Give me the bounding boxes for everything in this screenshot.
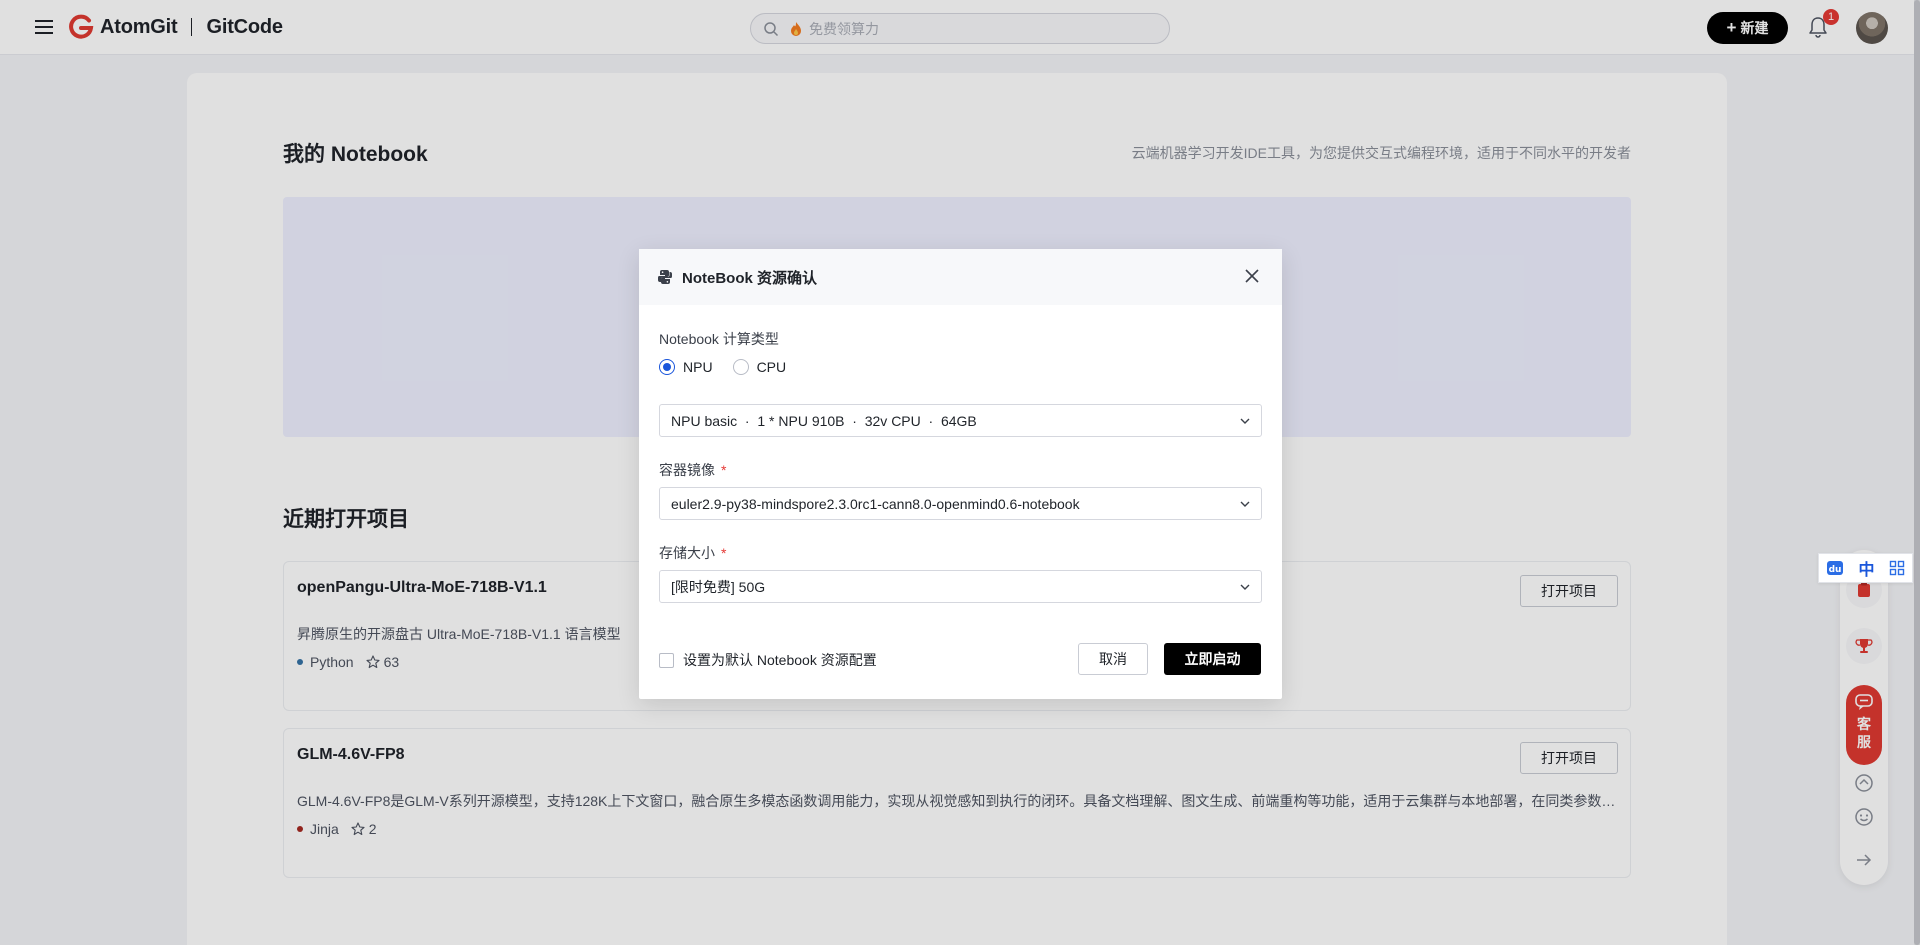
resource-spec-select[interactable]: NPU basic · 1 * NPU 910B · 32v CPU · 64G… <box>659 404 1262 437</box>
ime-mode-indicator[interactable]: 中 <box>1858 556 1874 580</box>
dialog-title: NoteBook 资源确认 <box>682 270 818 287</box>
radio-cpu-label[interactable]: CPU <box>757 359 787 375</box>
radio-npu[interactable] <box>659 359 675 375</box>
chevron-down-icon <box>1240 584 1250 590</box>
resource-spec-value: NPU basic · 1 * NPU 910B · 32v CPU · 64G… <box>671 412 977 429</box>
default-config-label[interactable]: 设置为默认 Notebook 资源配置 <box>683 650 877 670</box>
container-image-select[interactable]: euler2.9-py38-mindspore2.3.0rc1-cann8.0-… <box>659 487 1262 520</box>
close-icon[interactable] <box>1244 268 1260 284</box>
storage-label: 存储大小 * <box>659 545 727 561</box>
baidu-paw-icon[interactable]: du <box>1826 560 1844 576</box>
default-config-row[interactable]: 设置为默认 Notebook 资源配置 <box>659 650 877 670</box>
ime-toolbar[interactable]: du 中 <box>1818 553 1913 583</box>
resource-confirm-dialog: NoteBook 资源确认 Notebook 计算类型 NPU CPU NPU … <box>639 249 1282 699</box>
cancel-button[interactable]: 取消 <box>1078 643 1148 675</box>
chevron-down-icon <box>1240 501 1250 507</box>
svg-text:du: du <box>1829 565 1842 575</box>
radio-npu-label[interactable]: NPU <box>683 359 713 375</box>
storage-size-value: [限时免费] 50G <box>671 578 766 595</box>
compute-type-label: Notebook 计算类型 <box>659 331 779 347</box>
compute-type-radio-group: NPU CPU <box>659 359 806 375</box>
image-label: 容器镜像 * <box>659 462 727 478</box>
radio-cpu[interactable] <box>732 359 749 375</box>
storage-size-select[interactable]: [限时免费] 50G <box>659 570 1262 603</box>
start-button[interactable]: 立即启动 <box>1164 643 1261 675</box>
chevron-down-icon <box>1240 418 1250 424</box>
container-image-value: euler2.9-py38-mindspore2.3.0rc1-cann8.0-… <box>671 495 1080 512</box>
grid-menu-icon[interactable] <box>1889 560 1905 576</box>
dialog-header: NoteBook 资源确认 <box>639 249 1282 305</box>
default-config-checkbox[interactable] <box>659 652 674 668</box>
python-icon <box>657 270 673 284</box>
